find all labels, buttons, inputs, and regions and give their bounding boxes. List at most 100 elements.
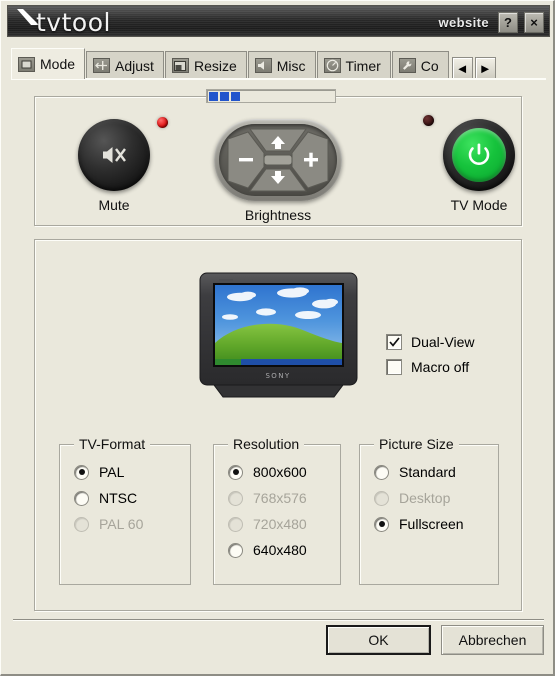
- radio-mark: [74, 490, 89, 506]
- mute-control: Mute: [59, 117, 169, 213]
- picture-size-options: Standard Desktop Fullscreen: [374, 464, 464, 542]
- progress-block: [220, 91, 229, 101]
- radio-mark: [228, 516, 243, 532]
- radio-mark: [74, 464, 89, 480]
- radio-standard[interactable]: Standard: [374, 464, 464, 480]
- close-button[interactable]: ×: [524, 11, 544, 33]
- radio-640x480-label: 640x480: [253, 542, 307, 558]
- tab-scroll-prev[interactable]: ◄: [451, 57, 473, 79]
- radio-desktop-label: Desktop: [399, 490, 451, 506]
- radio-768x576-label: 768x576: [253, 490, 307, 506]
- checkbox-macro-off[interactable]: Macro off: [386, 359, 475, 375]
- tv-preview: SONY: [196, 271, 361, 401]
- gauge-icon: [323, 58, 341, 73]
- radio-pal-label: PAL: [99, 464, 125, 480]
- power-icon: [468, 143, 490, 165]
- radio-ntsc-label: NTSC: [99, 490, 138, 506]
- checkbox-dual-view[interactable]: Dual-View: [386, 334, 475, 350]
- group-resolution-title: Resolution: [228, 436, 305, 452]
- radio-720x480-label: 720x480: [253, 516, 307, 532]
- tvmode-button[interactable]: [423, 115, 515, 191]
- checkbox-box: [386, 334, 402, 350]
- radio-pal60: PAL 60: [74, 516, 143, 532]
- tab-mode[interactable]: Mode: [11, 48, 86, 79]
- radio-800x600[interactable]: 800x600: [228, 464, 307, 480]
- checkbox-macro-off-label: Macro off: [411, 359, 470, 375]
- tab-color-label: Co: [420, 57, 439, 74]
- radio-768x576: 768x576: [228, 490, 307, 506]
- radio-fullscreen[interactable]: Fullscreen: [374, 516, 464, 532]
- signal-progress-bar: [206, 89, 336, 103]
- group-tv-format: TV-Format PAL NTSC PAL 60: [59, 436, 191, 585]
- help-button[interactable]: ?: [498, 11, 518, 33]
- tv-format-options: PAL NTSC PAL 60: [74, 464, 143, 542]
- mute-led: [157, 117, 168, 128]
- checkbox-box: [386, 359, 402, 375]
- group-resolution: Resolution 800x600 768x576 720x480 640x4…: [213, 436, 341, 585]
- radio-mark: [228, 490, 243, 506]
- mute-icon: [103, 147, 126, 163]
- sony-crt-tv-icon: SONY: [199, 272, 358, 398]
- tab-misc[interactable]: Misc: [247, 51, 316, 79]
- tvmode-led: [423, 115, 434, 126]
- tvmode-control: TV Mode: [423, 115, 534, 213]
- radio-mark: [228, 464, 243, 480]
- progress-block: [231, 91, 240, 101]
- arrows-icon: [93, 58, 111, 73]
- radio-mark: [74, 516, 89, 532]
- brightness-control: Brightness: [214, 119, 342, 223]
- tab-timer-label: Timer: [345, 57, 381, 74]
- website-link[interactable]: website: [439, 15, 492, 30]
- radio-mark: [228, 542, 243, 558]
- footer-separator: [13, 619, 544, 621]
- tab-scroll-next[interactable]: ►: [474, 57, 496, 79]
- tab-misc-label: Misc: [276, 57, 306, 74]
- group-picture-size: Picture Size Standard Desktop Fullscreen: [359, 436, 499, 585]
- tab-strip: Mode Adjust Resize Misc Timer Co ◄ ►: [11, 47, 546, 79]
- radio-mark: [374, 490, 389, 506]
- group-tv-format-title: TV-Format: [74, 436, 151, 452]
- radio-pal[interactable]: PAL: [74, 464, 143, 480]
- progress-block: [209, 91, 218, 101]
- radio-mark: [374, 464, 389, 480]
- mute-label: Mute: [98, 197, 130, 213]
- dpad-segments: [227, 128, 329, 192]
- radio-640x480[interactable]: 640x480: [228, 542, 307, 558]
- monitor-icon: [18, 56, 35, 72]
- tab-color[interactable]: Co: [391, 51, 449, 79]
- radio-fullscreen-label: Fullscreen: [399, 516, 464, 532]
- brightness-label: Brightness: [244, 207, 312, 223]
- radio-ntsc[interactable]: NTSC: [74, 490, 143, 506]
- check-icon: [388, 337, 400, 347]
- radio-desktop: Desktop: [374, 490, 464, 506]
- tab-resize[interactable]: Resize: [164, 51, 247, 79]
- svg-text:SONY: SONY: [265, 372, 290, 380]
- title-bar: tvtool website ? ×: [7, 5, 550, 37]
- radio-standard-label: Standard: [399, 464, 456, 480]
- wrench-icon: [398, 58, 416, 73]
- tab-adjust-label: Adjust: [115, 57, 154, 74]
- resolution-options: 800x600 768x576 720x480 640x480: [228, 464, 307, 568]
- resize-icon: [171, 58, 189, 73]
- ok-button[interactable]: OK: [326, 625, 431, 655]
- tab-timer[interactable]: Timer: [316, 51, 391, 79]
- app-window: tvtool website ? × Mode Adjust Resize Mi…: [0, 0, 555, 676]
- mute-button[interactable]: [78, 117, 168, 191]
- tab-underline: [11, 78, 546, 80]
- radio-pal60-label: PAL 60: [99, 516, 144, 532]
- view-options: Dual-View Macro off: [386, 334, 475, 384]
- titlebar-controls: website ? ×: [439, 6, 544, 36]
- radio-720x480: 720x480: [228, 516, 307, 532]
- app-title: tvtool: [36, 8, 111, 37]
- cancel-button[interactable]: Abbrechen: [441, 625, 544, 655]
- tab-resize-label: Resize: [193, 57, 237, 74]
- radio-800x600-label: 800x600: [253, 464, 307, 480]
- checkbox-dual-view-label: Dual-View: [411, 334, 475, 350]
- tab-mode-label: Mode: [40, 56, 76, 72]
- tvmode-label: TV Mode: [450, 197, 508, 213]
- tab-adjust[interactable]: Adjust: [86, 51, 164, 79]
- speaker-icon: [254, 58, 272, 73]
- radio-mark: [374, 516, 389, 532]
- group-picture-size-title: Picture Size: [374, 436, 459, 452]
- dpad-icon[interactable]: [214, 119, 342, 201]
